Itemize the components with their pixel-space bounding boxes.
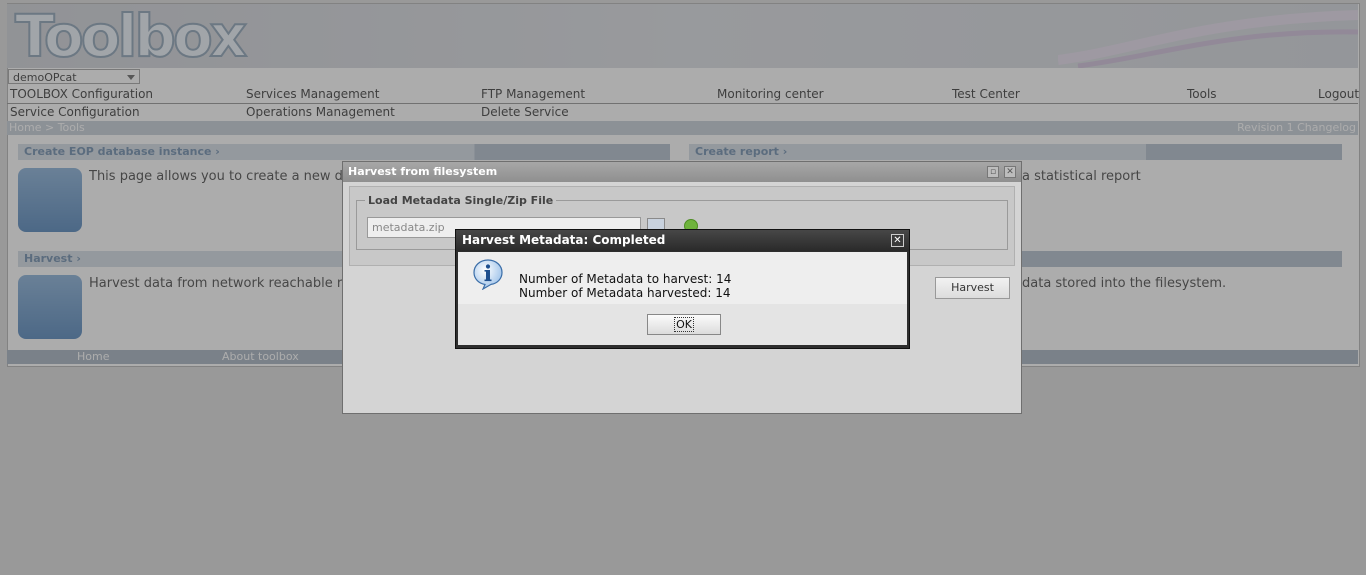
metadata-harvested-line: Number of Metadata harvested: 14 [519,286,731,300]
close-icon[interactable]: ✕ [1004,166,1016,178]
harvest-button[interactable]: Harvest [935,277,1010,299]
ok-button-label: OK [674,317,694,332]
load-metadata-legend: Load Metadata Single/Zip File [368,194,554,207]
ok-button[interactable]: OK [647,314,721,335]
harvest-completed-dialog: Harvest Metadata: Completed ✕ Number of … [455,229,910,349]
dialog-title[interactable]: Harvest Metadata: Completed [456,230,909,251]
dialog-message: Number of Metadata to harvest: 14 Number… [519,272,731,300]
info-icon [473,259,503,290]
metadata-to-harvest-line: Number of Metadata to harvest: 14 [519,272,732,286]
maximize-icon[interactable]: ▫ [987,166,999,178]
dialog-body: Number of Metadata to harvest: 14 Number… [458,252,907,345]
close-icon[interactable]: ✕ [891,234,904,247]
fs-window-title[interactable]: Harvest from filesystem [343,162,1021,182]
